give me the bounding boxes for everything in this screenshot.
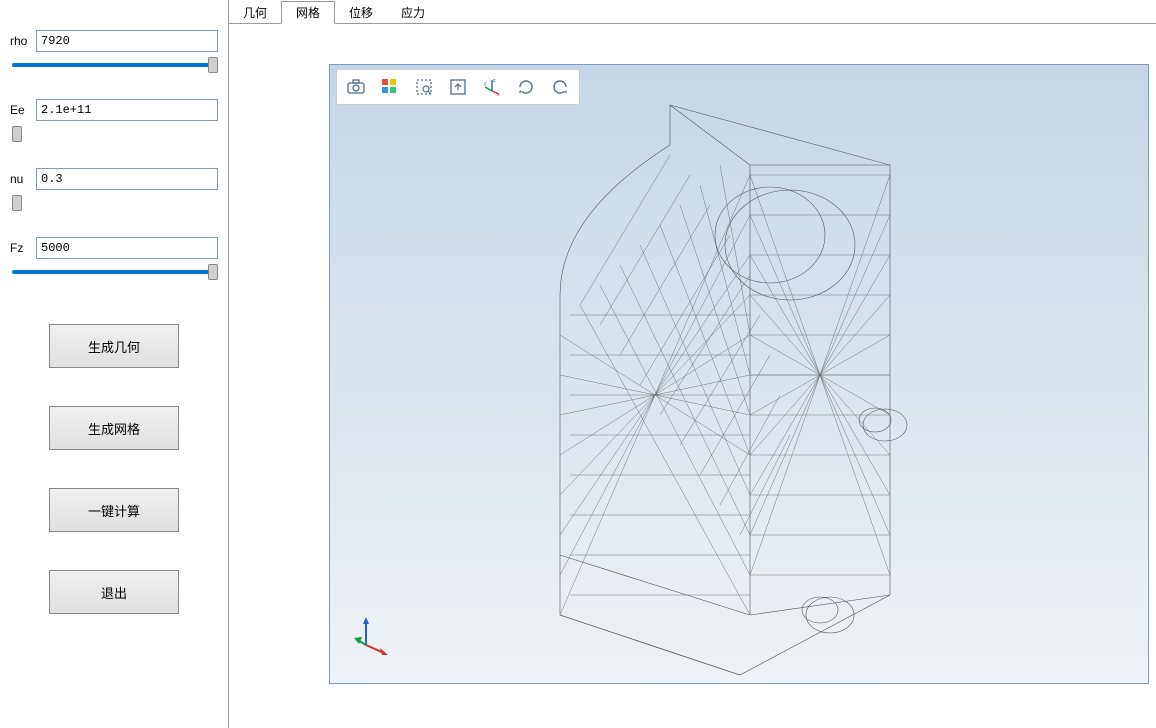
param-Fz: Fz xyxy=(10,237,218,284)
nu-input[interactable] xyxy=(36,168,218,190)
Fz-input[interactable] xyxy=(36,237,218,259)
Ee-input[interactable] xyxy=(36,99,218,121)
nu-slider[interactable] xyxy=(12,194,218,212)
generate-geometry-button[interactable]: 生成几何 xyxy=(49,324,179,368)
param-Ee: Ee xyxy=(10,99,218,146)
mesh-wireframe xyxy=(490,95,990,684)
svg-text:y: y xyxy=(484,81,487,87)
tab-stress[interactable]: 应力 xyxy=(387,1,439,24)
Fz-label: Fz xyxy=(10,241,34,255)
left-panel: rho Ee nu xyxy=(0,0,228,728)
Ee-slider[interactable] xyxy=(12,125,218,143)
orientation-axes-icon xyxy=(354,615,394,655)
tab-bar: 几何 网格 位移 应力 xyxy=(229,0,1156,24)
Fz-slider[interactable] xyxy=(12,263,218,281)
tab-geometry[interactable]: 几何 xyxy=(229,1,281,24)
rho-input[interactable] xyxy=(36,30,218,52)
Ee-label: Ee xyxy=(10,103,34,117)
zoom-extents-icon[interactable] xyxy=(445,74,471,100)
mesh-viewer[interactable]: z y x xyxy=(329,64,1149,684)
param-nu: nu xyxy=(10,168,218,215)
param-rho: rho xyxy=(10,30,218,77)
right-panel: 几何 网格 位移 应力 xyxy=(228,0,1156,728)
rho-label: rho xyxy=(10,34,34,48)
nu-label: nu xyxy=(10,172,34,186)
scene-icon[interactable] xyxy=(377,74,403,100)
generate-mesh-button[interactable]: 生成网格 xyxy=(49,406,179,450)
one-click-compute-button[interactable]: 一键计算 xyxy=(49,488,179,532)
tab-displacement[interactable]: 位移 xyxy=(335,1,387,24)
zoom-box-icon[interactable] xyxy=(411,74,437,100)
tab-mesh[interactable]: 网格 xyxy=(281,1,335,24)
exit-button[interactable]: 退出 xyxy=(49,570,179,614)
rho-slider[interactable] xyxy=(12,56,218,74)
camera-icon[interactable] xyxy=(343,74,369,100)
svg-text:z: z xyxy=(493,78,496,84)
